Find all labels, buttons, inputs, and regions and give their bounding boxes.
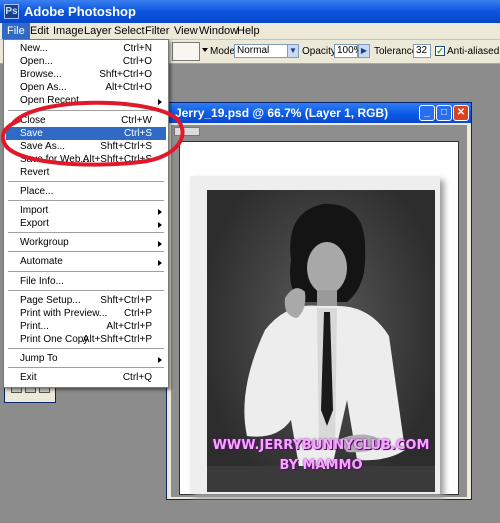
menu-item-print[interactable]: Print... Alt+Ctrl+P bbox=[6, 320, 166, 333]
file-menu-dropdown: New... Ctrl+N Open... Ctrl+O Browse... Shft… bbox=[3, 39, 169, 388]
menu-item-save-for-web[interactable]: Save for Web... Alt+Shft+Ctrl+S bbox=[6, 153, 166, 166]
submenu-arrow-icon bbox=[158, 99, 162, 106]
submenu-arrow-icon bbox=[158, 222, 162, 229]
antialiased-label: Anti-aliased bbox=[447, 46, 500, 57]
menu-item-open-recent[interactable]: Open Recent bbox=[6, 94, 166, 107]
menu-item-page-setup[interactable]: Page Setup... Shft+Ctrl+P bbox=[6, 294, 166, 307]
menu-item-open-as[interactable]: Open As... Alt+Ctrl+O bbox=[6, 81, 166, 94]
menu-item-jump-to[interactable]: Jump To bbox=[6, 352, 166, 365]
antialiased-checkbox[interactable]: ✓ bbox=[435, 46, 445, 56]
close-button[interactable]: ✕ bbox=[453, 105, 469, 121]
app-title: Adobe Photoshop bbox=[24, 4, 136, 19]
photoshop-app-icon: Ps bbox=[4, 4, 19, 19]
chevron-down-icon[interactable] bbox=[202, 48, 208, 52]
menu-item-export[interactable]: Export bbox=[6, 217, 166, 230]
chevron-down-icon[interactable]: ▼ bbox=[287, 44, 299, 58]
tolerance-input[interactable]: 32 bbox=[413, 44, 431, 58]
menu-item-revert[interactable]: Revert bbox=[6, 166, 166, 179]
watermark-credit: BY MAMMO bbox=[279, 458, 363, 473]
menu-separator bbox=[8, 348, 164, 349]
submenu-arrow-icon bbox=[158, 241, 162, 248]
tool-preset-picker[interactable] bbox=[172, 42, 200, 61]
document-title: Jerry_19.psd @ 66.7% (Layer 1, RGB) bbox=[175, 106, 389, 120]
submenu-arrow-icon bbox=[158, 357, 162, 363]
menu-filler bbox=[3, 383, 169, 385]
menu-item-save[interactable]: Save Ctrl+S bbox=[6, 126, 166, 140]
menu-item-import[interactable]: Import bbox=[6, 204, 166, 217]
submenu-arrow-icon bbox=[158, 260, 162, 267]
menu-item-close[interactable]: Close Ctrl+W bbox=[6, 114, 166, 127]
menu-item-file-info[interactable]: File Info... bbox=[6, 275, 166, 288]
menu-item-print-with-preview[interactable]: Print with Preview... Ctrl+P bbox=[6, 307, 166, 320]
maximize-button[interactable]: □ bbox=[436, 105, 452, 121]
chevron-right-icon[interactable]: ▶ bbox=[358, 44, 370, 58]
document-window[interactable]: Jerry_19.psd @ 66.7% (Layer 1, RGB) _ □ … bbox=[166, 102, 472, 500]
menu-item-save-as[interactable]: Save As... Shft+Ctrl+S bbox=[6, 140, 166, 153]
menu-item-open[interactable]: Open... Ctrl+O bbox=[6, 55, 166, 68]
menu-item-new[interactable]: New... Ctrl+N bbox=[6, 42, 166, 55]
menu-separator bbox=[8, 251, 164, 253]
portrait-photo: WWW.JERRYBUNNYCLUB.COM BY MAMMO bbox=[207, 190, 435, 492]
watermark-url: WWW.JERRYBUNNYCLUB.COM bbox=[212, 438, 430, 453]
menu-bar: File Edit Image Layer Select Filter View… bbox=[0, 23, 500, 40]
menu-item-browse[interactable]: Browse... Shft+Ctrl+O bbox=[6, 68, 166, 81]
menu-help[interactable]: Help bbox=[232, 23, 265, 39]
menu-separator bbox=[8, 181, 164, 182]
menu-separator bbox=[8, 200, 164, 202]
submenu-arrow-icon bbox=[158, 209, 162, 216]
menu-item-workgroup[interactable]: Workgroup bbox=[6, 236, 166, 249]
minimize-button[interactable]: _ bbox=[419, 105, 435, 121]
layer-thumbnail-icon bbox=[174, 127, 200, 136]
menu-separator bbox=[8, 270, 164, 272]
menu-separator bbox=[8, 109, 164, 111]
menu-item-place[interactable]: Place... bbox=[6, 185, 166, 198]
menu-separator bbox=[8, 289, 164, 291]
document-canvas[interactable]: WWW.JERRYBUNNYCLUB.COM BY MAMMO bbox=[171, 125, 467, 497]
opacity-input[interactable]: 100% bbox=[334, 44, 363, 58]
menu-separator bbox=[8, 367, 164, 369]
menu-separator bbox=[8, 232, 164, 234]
app-title-bar: Ps Adobe Photoshop bbox=[0, 0, 500, 23]
menu-item-automate[interactable]: Automate bbox=[6, 255, 166, 268]
menu-item-print-one-copy[interactable]: Print One Copy Alt+Shft+Ctrl+P bbox=[6, 333, 166, 346]
